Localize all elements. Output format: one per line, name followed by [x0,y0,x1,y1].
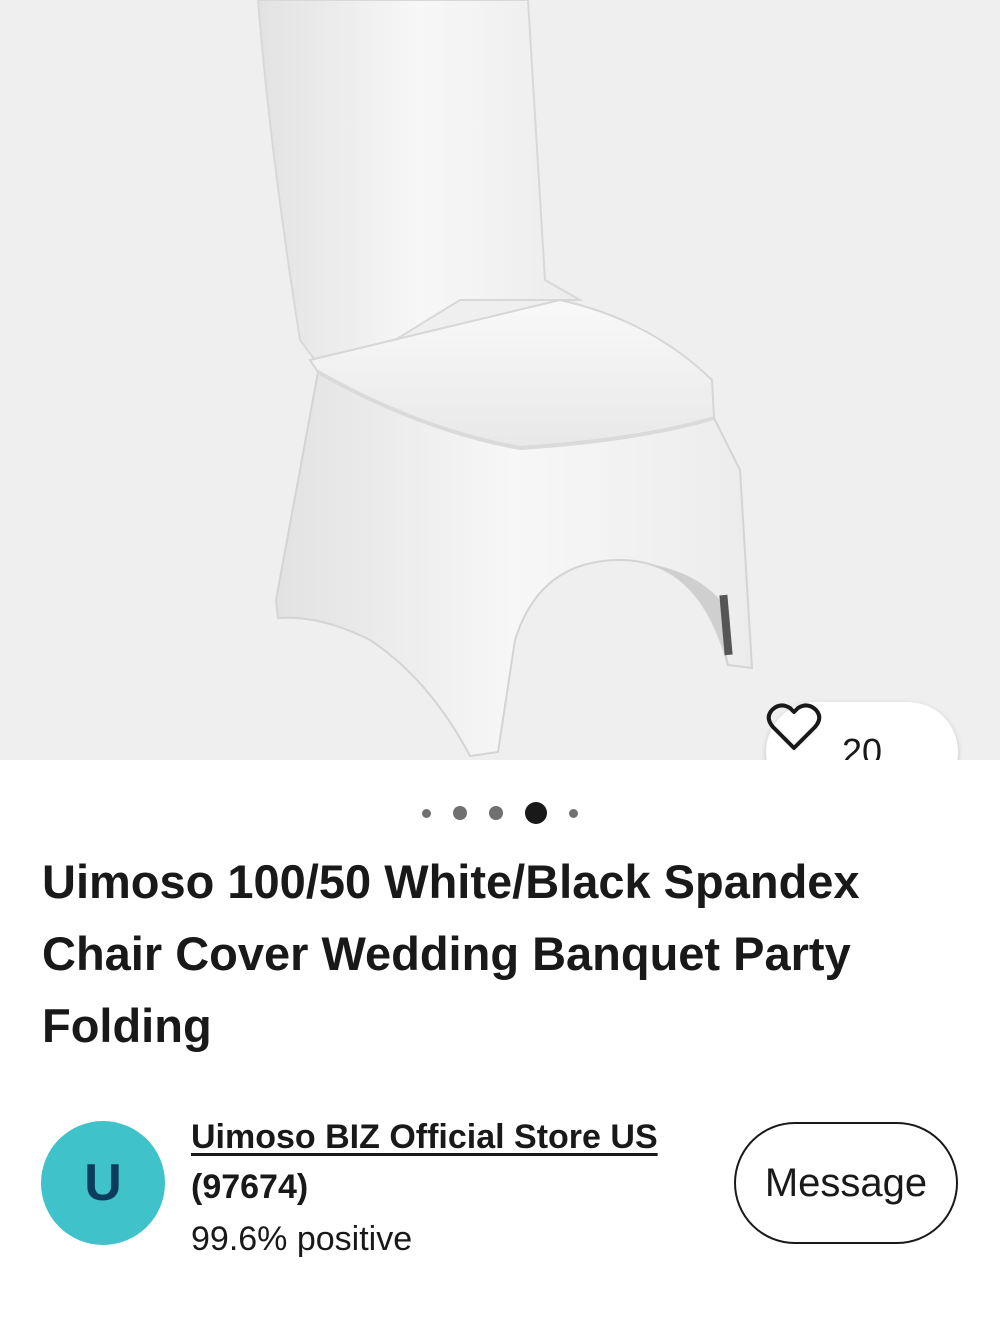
seller-positive-rating: 99.6% positive [191,1220,413,1258]
carousel-dot[interactable] [453,806,467,820]
product-image[interactable]: 20 [0,0,1000,760]
carousel-dot[interactable] [422,808,431,818]
seller-feedback-count: (97674) [191,1168,309,1206]
watch-button[interactable]: 20 [766,702,958,760]
carousel-indicator [0,795,1000,831]
heart-icon [766,703,822,750]
seller-name-link[interactable]: Uimoso BIZ Official Store US [191,1114,658,1160]
watch-count: 20 [841,731,883,760]
message-button[interactable]: Message [734,1122,958,1244]
avatar[interactable]: U [41,1121,165,1245]
carousel-dot[interactable] [569,808,578,818]
carousel-dot-active[interactable] [525,802,547,824]
product-title: Uimoso 100/50 White/Black Spandex Chair … [42,855,860,1052]
carousel-dot[interactable] [489,806,503,820]
chair-cover-illustration [256,0,754,758]
